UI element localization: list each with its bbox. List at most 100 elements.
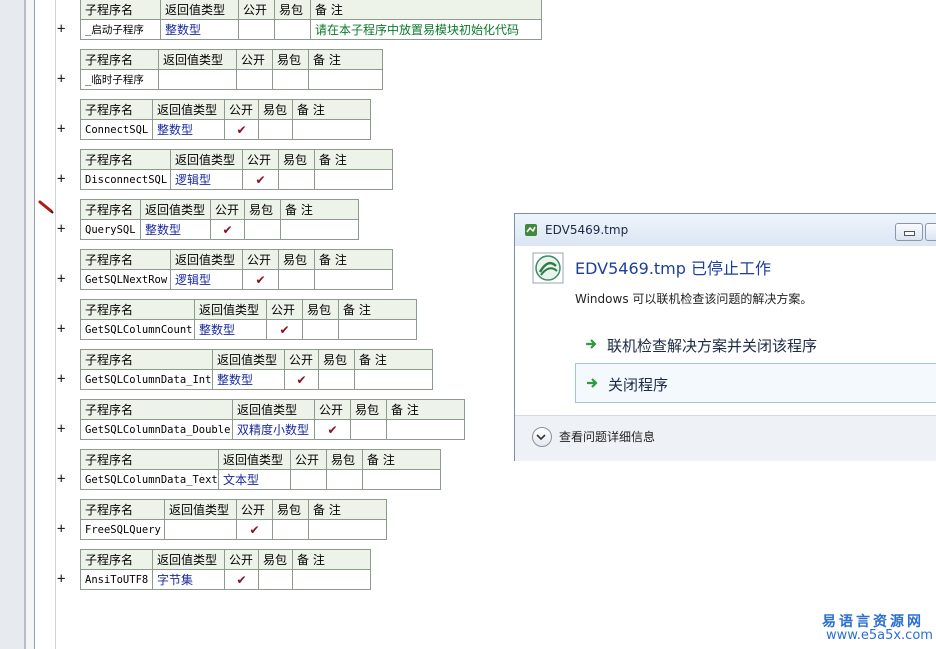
note-cell[interactable]	[338, 319, 417, 340]
expand-toggle[interactable]: +	[57, 72, 69, 86]
header-note: 备 注	[354, 349, 433, 370]
public-checkbox[interactable]: ✔	[210, 219, 245, 240]
minimize-button[interactable]	[895, 223, 923, 241]
subroutine-name-cell[interactable]: GetSQLColumnCount	[80, 319, 195, 340]
subroutine-name-cell[interactable]: GetSQLColumnData_Int	[80, 369, 213, 390]
return-type-cell[interactable]: 逻辑型	[170, 269, 243, 290]
package-checkbox[interactable]	[302, 319, 339, 340]
dialog-titlebar[interactable]: EDV5469.tmp	[515, 214, 936, 246]
subroutine-name-cell[interactable]: GetSQLColumnData_Double	[80, 419, 233, 440]
return-type-cell[interactable]: 整数型	[212, 369, 285, 390]
public-checkbox[interactable]	[236, 69, 273, 90]
note-cell[interactable]	[314, 169, 393, 190]
public-checkbox[interactable]: ✔	[224, 569, 259, 590]
package-checkbox[interactable]	[278, 269, 315, 290]
expand-toggle[interactable]: +	[57, 372, 69, 386]
expand-details-button[interactable]	[532, 427, 552, 447]
expand-toggle[interactable]: +	[57, 172, 69, 186]
expand-toggle[interactable]: +	[57, 572, 69, 586]
package-checkbox[interactable]	[244, 219, 281, 240]
package-checkbox[interactable]	[326, 469, 363, 490]
package-checkbox[interactable]	[318, 369, 355, 390]
subroutine-table: 子程序名 返回值类型 公开 易包备 注 GetSQLColumnData_Double 双…	[80, 399, 465, 440]
public-checkbox[interactable]: ✔	[314, 419, 351, 440]
header-public: 公开	[284, 349, 319, 370]
header-package: 易包	[278, 249, 315, 270]
expand-toggle[interactable]: +	[57, 322, 69, 336]
package-checkbox[interactable]	[278, 169, 315, 190]
package-checkbox[interactable]	[272, 69, 309, 90]
minimize-icon	[904, 231, 915, 236]
note-cell[interactable]: 请在本子程序中放置易模块初始化代码	[310, 19, 542, 40]
subroutine-name-cell[interactable]: _启动子程序	[80, 19, 161, 40]
subroutine-name-cell[interactable]: GetSQLColumnData_Text	[80, 469, 219, 490]
package-checkbox[interactable]	[350, 419, 387, 440]
public-checkbox[interactable]	[238, 19, 275, 40]
note-cell[interactable]	[280, 219, 359, 240]
subroutine-name-cell[interactable]: FreeSQLQuery	[80, 519, 165, 540]
public-checkbox[interactable]	[290, 469, 327, 490]
expand-toggle[interactable]: +	[57, 422, 69, 436]
subroutine-name-cell[interactable]: AnsiToUTF8	[80, 569, 153, 590]
return-type-cell[interactable]	[164, 519, 237, 540]
return-type-cell[interactable]: 整数型	[194, 319, 267, 340]
note-cell[interactable]	[386, 419, 465, 440]
public-checkbox[interactable]: ✔	[284, 369, 319, 390]
header-note: 备 注	[292, 99, 371, 120]
subroutine-name-cell[interactable]: _临时子程序	[80, 69, 159, 90]
header-package: 易包	[244, 199, 281, 220]
header-public: 公开	[242, 249, 279, 270]
expand-toggle[interactable]: +	[57, 272, 69, 286]
note-cell[interactable]	[314, 269, 393, 290]
header-return-type: 返回值类型	[158, 49, 237, 70]
return-type-cell[interactable]: 整数型	[152, 119, 225, 140]
expand-toggle[interactable]: +	[57, 472, 69, 486]
return-type-cell[interactable]: 双精度小数型	[232, 419, 315, 440]
subroutine-name-cell[interactable]: GetSQLNextRow	[80, 269, 171, 290]
header-public: 公开	[224, 99, 259, 120]
check-online-option[interactable]: 联机检查解决方案并关闭该程序	[575, 325, 936, 363]
return-type-cell[interactable]: 整数型	[140, 219, 211, 240]
package-checkbox[interactable]	[274, 19, 311, 40]
public-checkbox[interactable]: ✔	[266, 319, 303, 340]
close-program-option[interactable]: 关闭程序	[575, 363, 936, 403]
note-cell[interactable]	[308, 519, 387, 540]
note-cell[interactable]	[354, 369, 433, 390]
return-type-cell[interactable]	[158, 69, 237, 90]
return-type-cell[interactable]: 文本型	[218, 469, 291, 490]
return-type-cell[interactable]: 逻辑型	[170, 169, 243, 190]
maximize-button[interactable]	[925, 223, 936, 241]
public-checkbox[interactable]: ✔	[242, 269, 279, 290]
note-cell[interactable]	[308, 69, 383, 90]
gutter-strip	[0, 0, 24, 649]
public-checkbox[interactable]: ✔	[236, 519, 273, 540]
return-type-cell[interactable]: 字节集	[152, 569, 225, 590]
note-cell[interactable]	[292, 119, 371, 140]
package-checkbox[interactable]	[258, 569, 293, 590]
package-checkbox[interactable]	[272, 519, 309, 540]
note-cell[interactable]	[292, 569, 371, 590]
gutter-strip	[26, 0, 34, 649]
header-name: 子程序名	[80, 399, 233, 420]
error-dialog: EDV5469.tmp EDV5469.tmp 已停止工作 Windows 可以…	[514, 213, 936, 461]
header-package: 易包	[278, 149, 315, 170]
expand-toggle[interactable]: +	[57, 522, 69, 536]
header-public: 公开	[242, 149, 279, 170]
header-public: 公开	[236, 499, 273, 520]
expand-toggle[interactable]: +	[57, 122, 69, 136]
expand-toggle[interactable]: +	[57, 222, 69, 236]
subroutine-name-cell[interactable]: DisconnectSQL	[80, 169, 171, 190]
subroutine-table: 子程序名 返回值类型 公开 易包备 注 GetSQLColumnData_Int 整数型 ✔	[80, 349, 433, 390]
public-checkbox[interactable]: ✔	[224, 119, 259, 140]
subroutine-name-cell[interactable]: ConnectSQL	[80, 119, 153, 140]
subroutine-name-cell[interactable]: QuerySQL	[80, 219, 141, 240]
view-details-link[interactable]: 查看问题详细信息	[559, 428, 655, 445]
header-return-type: 返回值类型	[164, 499, 237, 520]
header-return-type: 返回值类型	[194, 299, 267, 320]
return-type-cell[interactable]: 整数型	[160, 19, 239, 40]
expand-toggle[interactable]: +	[57, 22, 69, 36]
package-checkbox[interactable]	[258, 119, 293, 140]
note-cell[interactable]	[362, 469, 441, 490]
public-checkbox[interactable]: ✔	[242, 169, 279, 190]
subroutine-table: 子程序名 返回值类型 公开 易包备 注 _启动子程序 整数型 请在本子程序中放置易模块初始化…	[80, 0, 542, 40]
